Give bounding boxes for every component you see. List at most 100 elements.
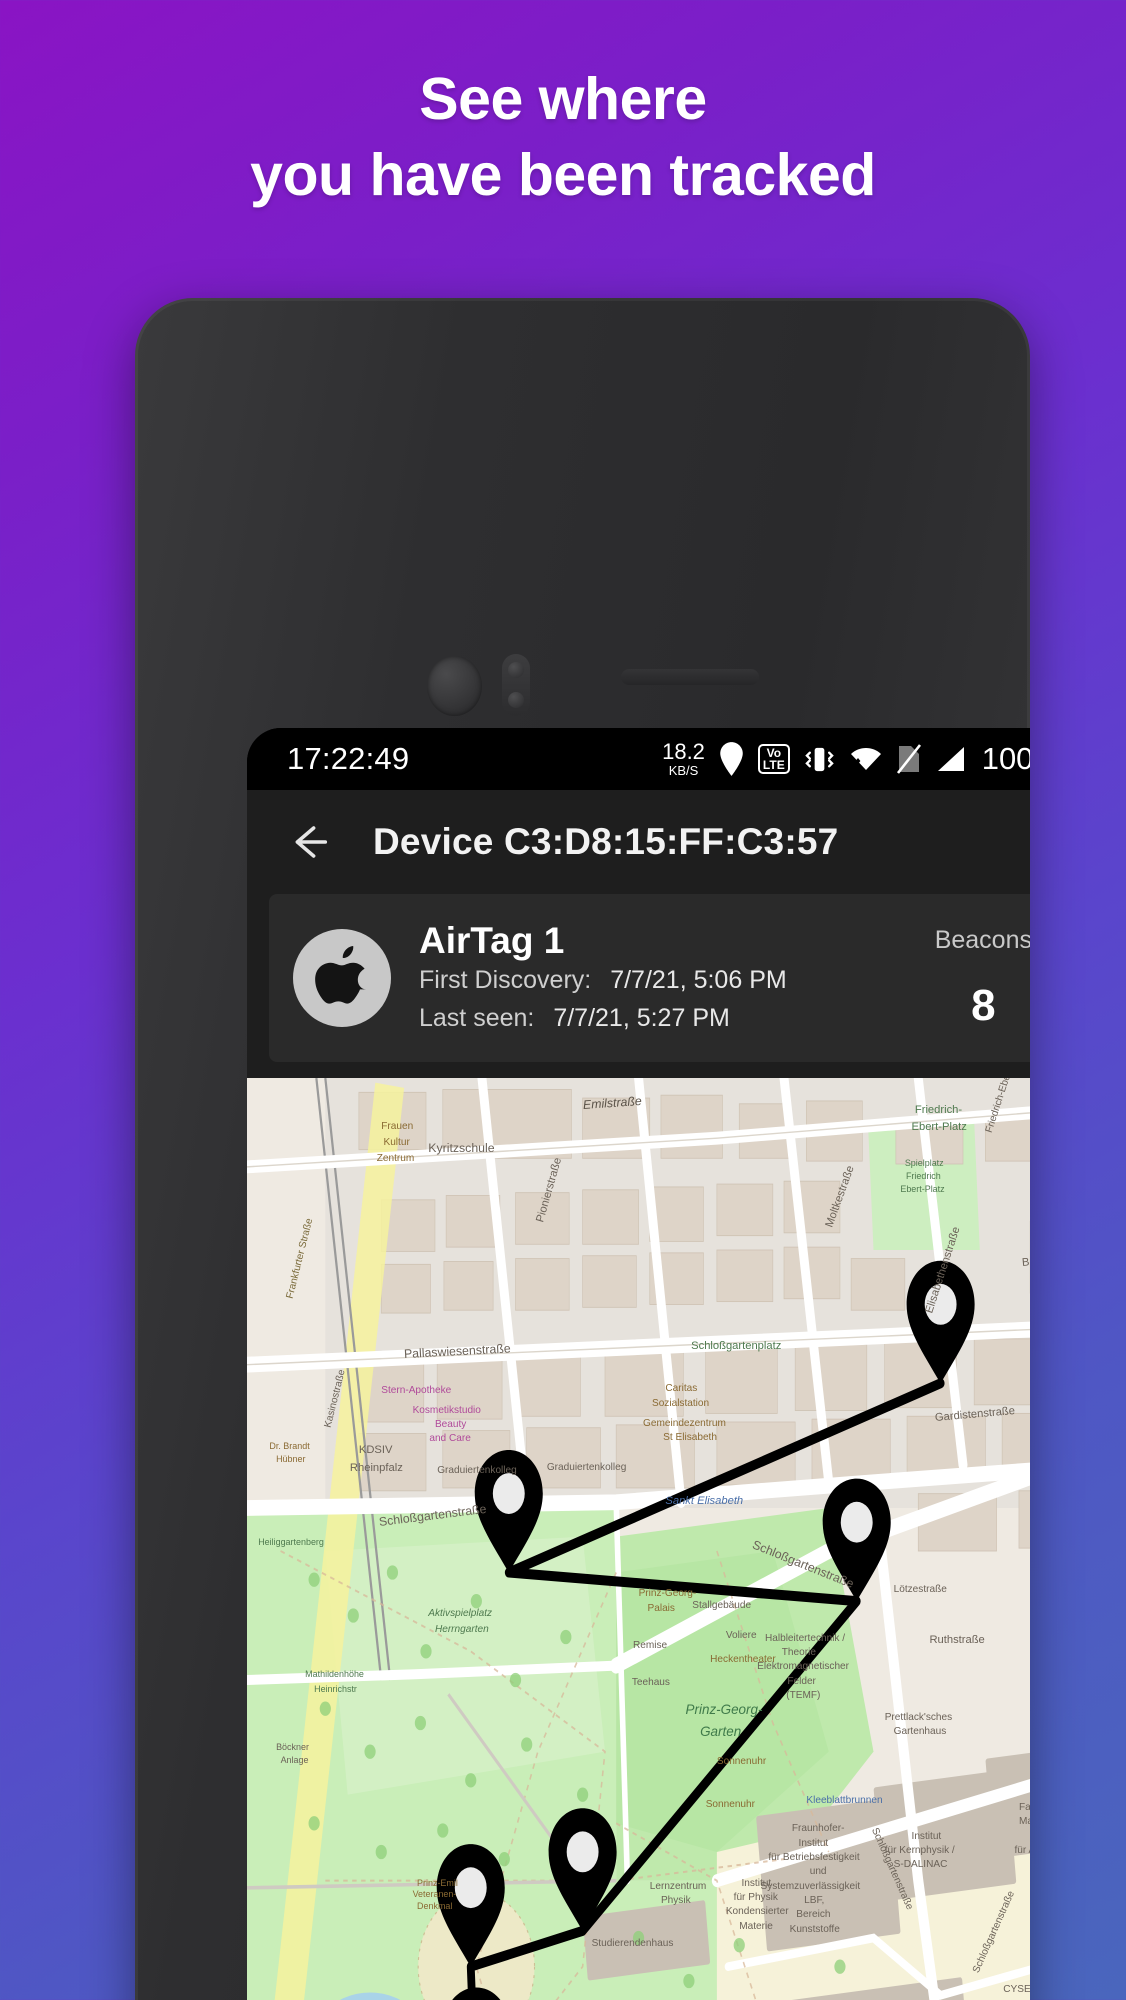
map-label: LBF,: [804, 1895, 825, 1906]
map-label: Kyritzschule: [428, 1141, 495, 1156]
map-label: Heinrichstr: [314, 1684, 357, 1695]
map-label: Ebert-Platz: [900, 1184, 945, 1195]
network-speed-indicator: 18.2 KB/S: [662, 739, 705, 778]
device-avatar: [293, 929, 391, 1027]
map-label: Institut: [741, 1877, 772, 1889]
map-label: Sonnenuhr: [705, 1798, 756, 1810]
map-label: Mathildenhöhe: [305, 1668, 364, 1679]
phone-screen: 17:22:49 18.2 KB/S Vo LTE 100 Device C3:…: [247, 728, 1030, 2000]
back-arrow-icon[interactable]: [281, 814, 337, 870]
promo-headline: See where you have been tracked: [0, 62, 1126, 213]
map-label: Beckerstraße: [1021, 1251, 1030, 1270]
map-label: Aktivspielplatz: [428, 1608, 493, 1620]
map-label: CYSEC: [1003, 1983, 1030, 1995]
map-label: Prettlack'sches: [884, 1711, 953, 1723]
battery-percent-label: 100%: [981, 741, 1030, 776]
status-bar-clock: 17:22:49: [287, 741, 410, 776]
sim-off-icon: [896, 744, 922, 774]
map-label: Elisabethenstraße: [923, 1225, 964, 1316]
map-label: St Elisabeth: [663, 1432, 717, 1444]
first-discovery-label: First Discovery:: [419, 966, 592, 995]
location-pin-icon: [718, 742, 745, 776]
device-name: AirTag 1: [419, 919, 565, 961]
map-label: Sonnenuhr: [716, 1755, 767, 1767]
map-label: Kasinostraße: [322, 1368, 348, 1429]
map-label: für Kernphysik /: [884, 1844, 955, 1856]
beacons-label: Beacons: [934, 925, 1030, 954]
status-bar-icons: 18.2 KB/S Vo LTE 100: [662, 739, 1030, 778]
device-card-container: AirTag 1 First Discovery: 7/7/21, 5:06 P…: [247, 894, 1030, 1078]
map-label: (TEMF): [786, 1690, 821, 1702]
map-label: Zentrum: [376, 1152, 415, 1164]
headline-line-1: See where: [419, 66, 707, 132]
vibrate-icon: [803, 744, 836, 775]
map-label: Fraunhofer-: [791, 1823, 845, 1835]
map-label: Frauen: [381, 1121, 414, 1132]
device-card[interactable]: AirTag 1 First Discovery: 7/7/21, 5:06 P…: [269, 894, 1030, 1062]
map-label: Spielplatz: [904, 1158, 944, 1169]
map-label: Theorie: [781, 1647, 816, 1659]
map-label: Rheinpfalz: [349, 1462, 403, 1475]
map-label: Institut: [798, 1837, 829, 1849]
map-label: für Physik: [733, 1892, 778, 1904]
map-label: Halbleitertechnik /: [764, 1632, 846, 1644]
map-label: Friedrich-Ebert: [983, 1078, 1015, 1134]
map-label: Gardistenstraße: [934, 1404, 1016, 1424]
volte-icon: Vo LTE: [757, 743, 790, 775]
front-camera-icon: [427, 656, 482, 716]
app-bar: Device C3:D8:15:FF:C3:57: [247, 790, 1030, 894]
map-label: Veteranen-: [412, 1889, 457, 1900]
map-label: Palais: [647, 1602, 675, 1614]
map-label: Kunststoffe: [789, 1923, 840, 1935]
headline-line-2: you have been tracked: [250, 141, 876, 208]
earpiece-speaker: [621, 669, 759, 685]
phone-mockup: 17:22:49 18.2 KB/S Vo LTE 100 Device C3:…: [135, 298, 1030, 2000]
map-label: Pionierstraße: [534, 1155, 565, 1224]
sensor-array-icon: [502, 654, 530, 716]
map-label: Teehaus: [631, 1677, 670, 1689]
map-label: Schloßgartenstraße: [750, 1537, 856, 1591]
volte-bottom-text: LTE: [762, 758, 785, 772]
device-card-details: AirTag 1 First Discovery: 7/7/21, 5:06 P…: [419, 919, 925, 1038]
apple-logo-icon: [315, 945, 369, 1012]
map-label: Voliere: [725, 1629, 757, 1641]
map-label: Dr. Brandt: [269, 1440, 310, 1451]
map-label: Ruthstraße: [929, 1634, 985, 1647]
map-label: Moltkestraße: [823, 1164, 857, 1230]
page-title: Device C3:D8:15:FF:C3:57: [373, 821, 839, 862]
map-label: Frankfurter Straße: [284, 1217, 315, 1300]
map-label: Fachbereich: [1018, 1801, 1030, 1813]
beacons-count: 8: [971, 980, 996, 1030]
map-label: Kosmetikstudio: [412, 1404, 481, 1416]
map-label: Emilstraße: [582, 1093, 642, 1113]
map-label: Prinz-Georg-: [638, 1588, 697, 1600]
map-label: Herrngarten: [434, 1624, 489, 1636]
map-label: Sankt Elisabeth: [665, 1495, 744, 1508]
last-seen-label: Last seen:: [419, 1003, 535, 1032]
map-label: Prinz-Emil: [417, 1877, 458, 1888]
map-label: Stallgebäude: [692, 1599, 752, 1611]
map-label: Hübner: [276, 1453, 306, 1464]
map-label: Lötzestraße: [893, 1583, 947, 1595]
map-label: Systemzuverlässigkeit: [760, 1880, 861, 1892]
map-label: Schloßgartenstraße: [868, 1826, 915, 1912]
first-discovery-value: 7/7/21, 5:06 PM: [610, 966, 787, 995]
network-speed-unit: KB/S: [668, 763, 699, 778]
tracking-map[interactable]: Emilstraße Friedrich- Ebert-Platz Kyritzsch…: [247, 1078, 1030, 2000]
beacons-summary: Beacons 8: [935, 926, 1030, 1031]
map-label: Schloßgartenplatz: [691, 1340, 782, 1353]
map-label: Garten: [700, 1724, 742, 1740]
last-seen-value: 7/7/21, 5:27 PM: [553, 1003, 730, 1032]
map-label: Bereich: [796, 1909, 831, 1921]
map-label: Studierendenhaus: [591, 1938, 674, 1949]
map-label: Heiliggartenberg: [258, 1536, 324, 1547]
map-label: Heckentheater: [710, 1654, 776, 1666]
map-label: Stern-Apotheke: [381, 1384, 452, 1396]
map-label: Elektromagnetischer: [757, 1661, 850, 1673]
map-label: Mathematik: [1018, 1816, 1030, 1828]
map-label: Ebert-Platz: [911, 1121, 967, 1133]
network-speed-value: 18.2: [662, 739, 705, 764]
map-label: Graduiertenkolleg: [437, 1465, 517, 1476]
map-label: Graduiertenkolleg: [546, 1462, 627, 1474]
map-labels-layer: Emilstraße Friedrich- Ebert-Platz Kyritzsch…: [247, 1078, 1030, 2000]
